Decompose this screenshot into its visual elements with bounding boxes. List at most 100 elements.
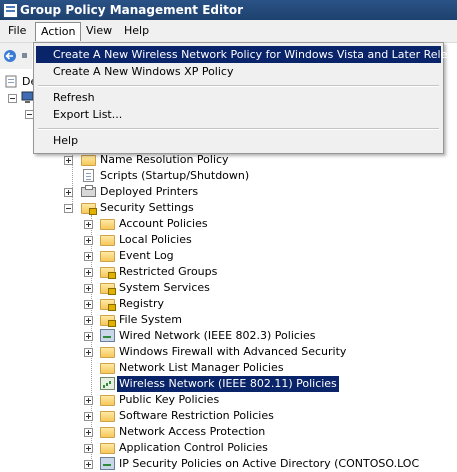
folder-icon	[81, 155, 96, 166]
tree-row[interactable]: IP Security Policies on Active Directory…	[0, 456, 457, 472]
tree-item-label: Public Key Policies	[119, 393, 220, 406]
tree-row[interactable]: Deployed Printers	[0, 184, 457, 200]
wireless-network-icon	[100, 377, 115, 390]
folder-lock-icon	[100, 315, 116, 327]
tree-row[interactable]: Application Control Policies	[0, 440, 457, 456]
tree-item-label: Software Restriction Policies	[119, 409, 274, 422]
expand-toggle[interactable]	[64, 188, 73, 197]
tree-item-label: Event Log	[119, 249, 174, 262]
tree-item-label: Account Policies	[119, 217, 208, 230]
tree-item-label: Name Resolution Policy	[100, 153, 229, 166]
tree-row[interactable]: Restricted Groups	[0, 264, 457, 280]
folder-icon	[100, 219, 115, 230]
expand-toggle[interactable]	[84, 268, 93, 277]
menu-item-create-vista-policy[interactable]: Create A New Wireless Network Policy for…	[36, 46, 457, 63]
wired-network-icon	[100, 329, 115, 342]
menu-separator	[38, 128, 439, 130]
tree-row[interactable]: Scripts (Startup/Shutdown)	[0, 168, 457, 184]
tree-row[interactable]: File System	[0, 312, 457, 328]
app-icon	[3, 3, 18, 18]
menu-separator	[38, 85, 439, 87]
menu-item-refresh[interactable]: Refresh	[36, 89, 441, 106]
folder-lock-icon	[81, 203, 97, 215]
expand-toggle[interactable]	[84, 300, 93, 309]
tree-row[interactable]: Account Policies	[0, 216, 457, 232]
folder-lock-icon	[100, 299, 116, 311]
menu-item-help[interactable]: Help	[36, 132, 441, 149]
tree-row[interactable]: Name Resolution Policy	[0, 152, 457, 168]
root-policy-icon	[5, 75, 17, 88]
toolbar-overflow-icon[interactable]	[22, 53, 27, 58]
tree-item-label: Network Access Protection	[119, 425, 266, 438]
window-title: Group Policy Management Editor	[20, 3, 244, 17]
expand-toggle[interactable]	[84, 316, 93, 325]
folder-icon	[100, 443, 115, 454]
menu-item-create-xp-policy[interactable]: Create A New Windows XP Policy	[36, 63, 441, 80]
expand-toggle[interactable]	[84, 348, 93, 357]
expand-toggle[interactable]	[64, 156, 73, 165]
menu-action[interactable]: Action	[35, 22, 82, 41]
expand-toggle[interactable]	[84, 284, 93, 293]
tree-row[interactable]: Public Key Policies	[0, 392, 457, 408]
collapse-toggle[interactable]	[64, 204, 73, 213]
action-menu-dropdown: Create A New Wireless Network Policy for…	[33, 42, 457, 154]
tree-item-label: Deployed Printers	[100, 185, 199, 198]
back-arrow-icon[interactable]	[3, 50, 17, 62]
tree-item-label: Registry	[119, 297, 165, 310]
menu-help[interactable]: Help	[119, 23, 154, 39]
security-policy-icon	[100, 457, 115, 470]
tree-item-label: Wireless Network (IEEE 802.11) Policies	[117, 376, 339, 392]
menu-item-label: Refresh	[53, 91, 95, 104]
folder-lock-icon	[100, 267, 116, 279]
folder-icon	[100, 427, 115, 438]
tree-row[interactable]: Registry	[0, 296, 457, 312]
folder-icon	[100, 395, 115, 406]
tree-row[interactable]: Software Restriction Policies	[0, 408, 457, 424]
menu-view[interactable]: View	[81, 23, 117, 39]
printer-icon	[81, 185, 96, 197]
folder-icon	[100, 363, 115, 374]
expand-toggle[interactable]	[84, 444, 93, 453]
tree-row[interactable]: Security Settings	[0, 200, 457, 216]
document-icon	[83, 169, 94, 182]
tree-item-label: Network List Manager Policies	[119, 361, 284, 374]
tree-row[interactable]: Wired Network (IEEE 802.3) Policies	[0, 328, 457, 344]
tree-row[interactable]: System Services	[0, 280, 457, 296]
tree-row[interactable]: Event Log	[0, 248, 457, 264]
expand-toggle[interactable]	[84, 428, 93, 437]
expand-toggle[interactable]	[84, 236, 93, 245]
expand-toggle[interactable]	[84, 252, 93, 261]
tree-row[interactable]: Windows Firewall with Advanced Security	[0, 344, 457, 360]
tree-item-label: Windows Firewall with Advanced Security	[119, 345, 347, 358]
menu-item-export-list[interactable]: Export List...	[36, 106, 441, 123]
folder-icon	[100, 251, 115, 262]
menu-bar: File Action View Help	[0, 20, 457, 43]
tree-item-label: IP Security Policies on Active Directory…	[119, 457, 420, 470]
tree-item-label: Application Control Policies	[119, 441, 268, 454]
menu-item-label: Export List...	[53, 108, 123, 121]
menu-item-label: Create A New Windows XP Policy	[53, 65, 234, 78]
expand-toggle[interactable]	[84, 332, 93, 341]
menu-item-label: Create A New Wireless Network Policy for…	[53, 48, 457, 61]
folder-icon	[100, 347, 115, 358]
expand-toggle[interactable]	[84, 220, 93, 229]
tree-row[interactable]: Local Policies	[0, 232, 457, 248]
tree-row-selected[interactable]: Wireless Network (IEEE 802.11) Policies	[0, 376, 457, 392]
menu-file[interactable]: File	[3, 23, 31, 39]
tree-item-label: Scripts (Startup/Shutdown)	[100, 169, 250, 182]
tree-row[interactable]: Network List Manager Policies	[0, 360, 457, 376]
expand-toggle[interactable]	[84, 412, 93, 421]
tree-item-label: Wired Network (IEEE 802.3) Policies	[119, 329, 316, 342]
tree-item-label: System Services	[119, 281, 210, 294]
expand-toggle[interactable]	[84, 396, 93, 405]
collapse-toggle[interactable]	[8, 94, 17, 103]
folder-icon	[100, 411, 115, 422]
tree-item-label: Local Policies	[119, 233, 192, 246]
tree-item-label: File System	[119, 313, 182, 326]
tree-item-label: Security Settings	[100, 201, 194, 214]
tree-row[interactable]: Network Access Protection	[0, 424, 457, 440]
folder-icon	[100, 235, 115, 246]
title-bar: Group Policy Management Editor	[0, 0, 457, 20]
menu-item-label: Help	[53, 134, 79, 147]
tree-item-label: Restricted Groups	[119, 265, 218, 278]
